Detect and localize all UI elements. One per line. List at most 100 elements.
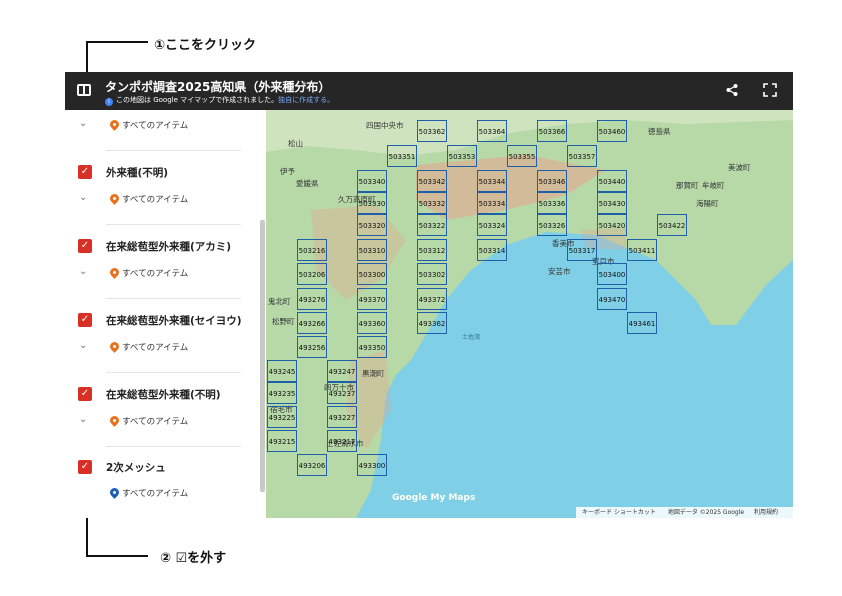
fullscreen-icon[interactable]: [763, 83, 777, 97]
mesh-cell[interactable]: 493225: [267, 406, 297, 428]
google-mymaps-logo: Google My Maps: [392, 493, 476, 503]
mesh-cell[interactable]: 503302: [417, 263, 447, 285]
mesh-cell[interactable]: 493300: [357, 454, 387, 476]
panel-toggle-icon[interactable]: [77, 84, 91, 96]
layer-items-row[interactable]: ⌄ すべてのアイテム: [65, 192, 266, 207]
mesh-cell[interactable]: 503460: [597, 120, 627, 142]
mesh-cell[interactable]: 503411: [627, 239, 657, 261]
divider: [106, 446, 241, 447]
mesh-cell[interactable]: 493235: [267, 382, 297, 404]
mesh-cell[interactable]: 493215: [267, 430, 297, 452]
mesh-cell[interactable]: 493461: [627, 312, 657, 334]
mesh-cell[interactable]: 503422: [657, 214, 687, 236]
create-own-link[interactable]: 独自に作成する。: [278, 96, 334, 104]
mesh-cell[interactable]: 503364: [477, 120, 507, 142]
terms-link[interactable]: 利用規約: [754, 509, 778, 516]
mesh-cell[interactable]: 503357: [567, 145, 597, 167]
mesh-cell[interactable]: 503320: [357, 214, 387, 236]
layer-checkbox[interactable]: ✓: [78, 165, 92, 179]
layer-row[interactable]: ✓ 在来総苞型外来種(不明): [65, 387, 266, 403]
mesh-cell[interactable]: 503430: [597, 192, 627, 214]
mesh-cell[interactable]: 503400: [597, 263, 627, 285]
mesh-cell[interactable]: 503351: [387, 145, 417, 167]
mesh-cell[interactable]: 493360: [357, 312, 387, 334]
mesh-cell[interactable]: 503440: [597, 170, 627, 192]
mesh-cell[interactable]: 503300: [357, 263, 387, 285]
layer-row[interactable]: ✓ 在来総苞型外来種(アカミ): [65, 239, 266, 255]
mesh-cell[interactable]: 503310: [357, 239, 387, 261]
mesh-cell[interactable]: 503322: [417, 214, 447, 236]
mesh-cell[interactable]: 503336: [537, 192, 567, 214]
layer-items-row[interactable]: ⌄ すべてのアイテム: [65, 118, 266, 133]
mesh-cell[interactable]: 503366: [537, 120, 567, 142]
layer-name: 外来種(不明): [106, 167, 169, 179]
layer-row[interactable]: ✓ 2次メッシュ: [65, 460, 266, 476]
mesh-cell[interactable]: 493372: [417, 288, 447, 310]
star-icon[interactable]: ★: [301, 80, 307, 88]
map-place-label: 四国中央市: [366, 121, 404, 130]
mesh-cell[interactable]: 503314: [477, 239, 507, 261]
map-title: タンポポ調査2025高知県（外来種分布）: [105, 80, 331, 94]
mesh-cell[interactable]: 493470: [597, 288, 627, 310]
mymaps-window: タンポポ調査2025高知県（外来種分布） ★ i この地図は Google マイマ…: [65, 72, 793, 518]
layer-checkbox[interactable]: ✓: [78, 460, 92, 474]
annotation-arrow-2-horizontal: [86, 555, 148, 557]
chevron-down-icon[interactable]: ⌄: [79, 266, 87, 277]
mesh-cell[interactable]: 503340: [357, 170, 387, 192]
sidebar-scrollbar[interactable]: [260, 220, 265, 492]
mesh-cell[interactable]: 503355: [507, 145, 537, 167]
mesh-cell[interactable]: 503362: [417, 120, 447, 142]
all-items-label: すべてのアイテム: [122, 269, 189, 279]
map-canvas[interactable]: 松山 愛媛県 伊予 久万高原町 四国中央市 徳島県 那賀町 美波町 牟岐町 海陽…: [266, 110, 793, 518]
layer-row[interactable]: ✓ 在来総苞型外来種(セイヨウ): [65, 313, 266, 329]
map-pin-icon: [108, 118, 121, 131]
chevron-down-icon[interactable]: ⌄: [79, 192, 87, 203]
layer-checkbox[interactable]: ✓: [78, 387, 92, 401]
layer-items-row[interactable]: ⌄ すべてのアイテム: [65, 414, 266, 429]
chevron-down-icon[interactable]: ⌄: [79, 414, 87, 425]
mesh-cell[interactable]: 503334: [477, 192, 507, 214]
mesh-cell[interactable]: 493362: [417, 312, 447, 334]
mesh-cell[interactable]: 493276: [297, 288, 327, 310]
chevron-down-icon[interactable]: ⌄: [79, 340, 87, 351]
mesh-cell[interactable]: 503326: [537, 214, 567, 236]
mesh-cell[interactable]: 493245: [267, 360, 297, 382]
layer-name: 在来総苞型外来種(不明): [106, 389, 221, 401]
keyboard-shortcuts-link[interactable]: キーボード ショートカット: [582, 509, 656, 516]
mesh-cell[interactable]: 503216: [297, 239, 327, 261]
info-icon: i: [105, 98, 113, 106]
layer-row[interactable]: ✓ 外来種(不明): [65, 165, 266, 181]
mesh-cell[interactable]: 503346: [537, 170, 567, 192]
map-place-label: 松山: [288, 139, 303, 148]
mesh-cell[interactable]: 503342: [417, 170, 447, 192]
mesh-cell[interactable]: 503324: [477, 214, 507, 236]
land-shape: [266, 110, 793, 518]
mesh-cell[interactable]: 503344: [477, 170, 507, 192]
layer-checkbox[interactable]: ✓: [78, 239, 92, 253]
mesh-cell[interactable]: 493370: [357, 288, 387, 310]
mesh-cell[interactable]: 503332: [417, 192, 447, 214]
map-pin-icon: [108, 192, 121, 205]
layer-items-row[interactable]: ⌄ すべてのアイテム: [65, 266, 266, 281]
mesh-cell[interactable]: 503312: [417, 239, 447, 261]
mesh-cell[interactable]: 503206: [297, 263, 327, 285]
mesh-cell[interactable]: 493350: [357, 336, 387, 358]
mesh-cell[interactable]: 503420: [597, 214, 627, 236]
mesh-cell[interactable]: 493237: [327, 382, 357, 404]
layer-checkbox[interactable]: ✓: [78, 313, 92, 327]
mesh-cell[interactable]: 493217: [327, 430, 357, 452]
chevron-down-icon[interactable]: ⌄: [79, 118, 87, 129]
mesh-cell[interactable]: 493227: [327, 406, 357, 428]
divider: [106, 372, 241, 373]
mesh-cell[interactable]: 503317: [567, 239, 597, 261]
mesh-cell[interactable]: 493266: [297, 312, 327, 334]
layer-items-row[interactable]: ⌄ すべてのアイテム: [65, 340, 266, 355]
mesh-cell[interactable]: 493206: [297, 454, 327, 476]
layer-items-row[interactable]: すべてのアイテム: [65, 486, 266, 501]
share-icon[interactable]: [725, 83, 739, 97]
mesh-cell[interactable]: 503330: [357, 192, 387, 214]
map-place-label: 那賀町: [676, 181, 699, 190]
mesh-cell[interactable]: 493247: [327, 360, 357, 382]
mesh-cell[interactable]: 503353: [447, 145, 477, 167]
mesh-cell[interactable]: 493256: [297, 336, 327, 358]
